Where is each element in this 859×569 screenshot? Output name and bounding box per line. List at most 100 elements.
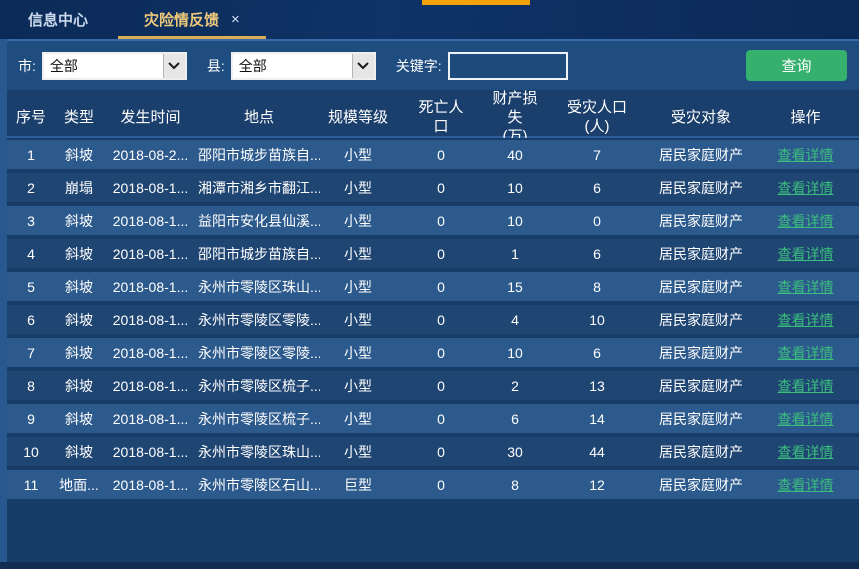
- table-cell: 居民家庭财产: [650, 277, 752, 297]
- table-cell: 7: [544, 147, 650, 163]
- table-cell: 小型: [320, 442, 396, 462]
- table-cell: 44: [544, 444, 650, 460]
- view-details-link[interactable]: 查看详情: [752, 343, 859, 363]
- column-header: 操作: [752, 109, 859, 128]
- close-icon[interactable]: ×: [231, 12, 240, 27]
- chevron-down-icon: [163, 54, 185, 78]
- table-cell: 小型: [320, 244, 396, 264]
- tab-disaster-feedback[interactable]: 灾险情反馈 ×: [116, 0, 268, 39]
- county-label: 县:: [207, 56, 225, 76]
- table-cell: 居民家庭财产: [650, 409, 752, 429]
- table-row: 9斜坡2018-08-1...永州市零陵区梳子...小型0614居民家庭财产查看…: [7, 404, 859, 433]
- table-cell: 居民家庭财产: [650, 310, 752, 330]
- table-header-row: 序号类型发生时间地点规模等级死亡人 口财产损失 (万)受灾人口 (人)受灾对象操…: [0, 90, 859, 138]
- table-cell: 9: [7, 411, 55, 427]
- table-cell: 2: [486, 378, 544, 394]
- column-header: 地点: [198, 109, 320, 128]
- table-cell: 斜坡: [55, 343, 103, 363]
- table-cell: 1: [7, 147, 55, 163]
- table-cell: 2018-08-1...: [103, 477, 198, 493]
- table-cell: 10: [486, 213, 544, 229]
- table-cell: 2018-08-1...: [103, 345, 198, 361]
- column-header: 规模等级: [320, 109, 396, 128]
- table-cell: 斜坡: [55, 376, 103, 396]
- table-cell: 居民家庭财产: [650, 244, 752, 264]
- table-cell: 斜坡: [55, 409, 103, 429]
- chevron-down-icon: [352, 54, 374, 78]
- table-cell: 0: [544, 213, 650, 229]
- table-cell: 湘潭市湘乡市翻江...: [198, 178, 320, 198]
- filter-bar: 市: 全部 县: 全部 关键字: 查询: [0, 41, 859, 90]
- table-cell: 1: [486, 246, 544, 262]
- table-cell: 0: [396, 378, 486, 394]
- bottom-edge-strip: [0, 562, 859, 569]
- table-cell: 0: [396, 147, 486, 163]
- table-cell: 2018-08-1...: [103, 246, 198, 262]
- view-details-link[interactable]: 查看详情: [752, 277, 859, 297]
- table-cell: 6: [486, 411, 544, 427]
- table-cell: 10: [7, 444, 55, 460]
- table-cell: 14: [544, 411, 650, 427]
- table-area: 1斜坡2018-08-2...邵阳市城步苗族自...小型0407居民家庭财产查看…: [0, 138, 859, 569]
- table-cell: 10: [544, 312, 650, 328]
- table-body: 1斜坡2018-08-2...邵阳市城步苗族自...小型0407居民家庭财产查看…: [0, 138, 859, 499]
- view-details-link[interactable]: 查看详情: [752, 145, 859, 165]
- table-cell: 0: [396, 213, 486, 229]
- table-cell: 2018-08-2...: [103, 147, 198, 163]
- table-cell: 永州市零陵区梳子...: [198, 409, 320, 429]
- column-header: 受灾对象: [650, 109, 752, 128]
- table-cell: 巨型: [320, 475, 396, 495]
- tab-label: 信息中心: [28, 9, 88, 30]
- table-cell: 10: [486, 345, 544, 361]
- table-cell: 小型: [320, 145, 396, 165]
- county-select[interactable]: 全部: [231, 52, 376, 80]
- table-cell: 居民家庭财产: [650, 475, 752, 495]
- table-cell: 永州市零陵区梳子...: [198, 376, 320, 396]
- view-details-link[interactable]: 查看详情: [752, 475, 859, 495]
- view-details-link[interactable]: 查看详情: [752, 244, 859, 264]
- table-row: 1斜坡2018-08-2...邵阳市城步苗族自...小型0407居民家庭财产查看…: [7, 140, 859, 169]
- table-cell: 地面...: [55, 475, 103, 495]
- view-details-link[interactable]: 查看详情: [752, 442, 859, 462]
- tab-label: 灾险情反馈: [144, 9, 219, 30]
- table-row: 7斜坡2018-08-1...永州市零陵区零陵...小型0106居民家庭财产查看…: [7, 338, 859, 367]
- table-cell: 0: [396, 411, 486, 427]
- table-cell: 2018-08-1...: [103, 444, 198, 460]
- table-cell: 小型: [320, 343, 396, 363]
- table-cell: 邵阳市城步苗族自...: [198, 145, 320, 165]
- table-row: 5斜坡2018-08-1...永州市零陵区珠山...小型0158居民家庭财产查看…: [7, 272, 859, 301]
- table-cell: 永州市零陵区珠山...: [198, 442, 320, 462]
- table-cell: 0: [396, 312, 486, 328]
- table-cell: 居民家庭财产: [650, 376, 752, 396]
- table-cell: 4: [486, 312, 544, 328]
- table-cell: 2018-08-1...: [103, 378, 198, 394]
- table-cell: 2018-08-1...: [103, 411, 198, 427]
- search-button[interactable]: 查询: [746, 50, 847, 81]
- table-cell: 永州市零陵区石山...: [198, 475, 320, 495]
- table-cell: 永州市零陵区珠山...: [198, 277, 320, 297]
- tab-info-center[interactable]: 信息中心: [0, 0, 116, 39]
- view-details-link[interactable]: 查看详情: [752, 376, 859, 396]
- table-cell: 6: [7, 312, 55, 328]
- table-cell: 小型: [320, 211, 396, 231]
- city-select[interactable]: 全部: [42, 52, 187, 80]
- table-cell: 8: [7, 378, 55, 394]
- table-cell: 11: [7, 477, 55, 493]
- column-header: 死亡人 口: [396, 99, 486, 137]
- table-cell: 8: [486, 477, 544, 493]
- view-details-link[interactable]: 查看详情: [752, 409, 859, 429]
- column-header: 类型: [55, 109, 103, 128]
- table-cell: 2018-08-1...: [103, 180, 198, 196]
- view-details-link[interactable]: 查看详情: [752, 211, 859, 231]
- table-cell: 6: [544, 180, 650, 196]
- view-details-link[interactable]: 查看详情: [752, 310, 859, 330]
- table-row: 6斜坡2018-08-1...永州市零陵区零陵...小型0410居民家庭财产查看…: [7, 305, 859, 334]
- keyword-input[interactable]: [448, 52, 568, 80]
- table-cell: 小型: [320, 277, 396, 297]
- table-cell: 5: [7, 279, 55, 295]
- view-details-link[interactable]: 查看详情: [752, 178, 859, 198]
- keyword-label: 关键字:: [396, 56, 442, 76]
- table-cell: 13: [544, 378, 650, 394]
- table-row: 2崩塌2018-08-1...湘潭市湘乡市翻江...小型0106居民家庭财产查看…: [7, 173, 859, 202]
- table-cell: 0: [396, 246, 486, 262]
